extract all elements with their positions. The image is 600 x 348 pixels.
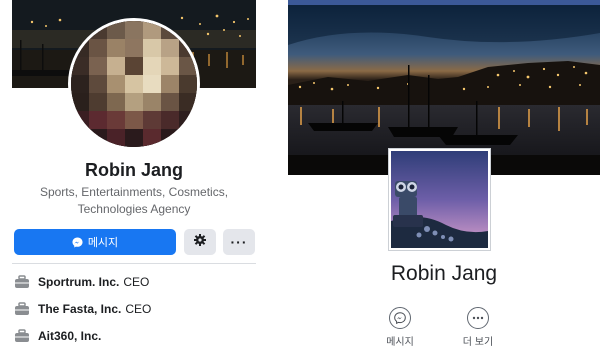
work-company[interactable]: The Fasta, Inc. <box>38 302 121 316</box>
profile-photo-image <box>391 151 488 248</box>
work-role: CEO <box>125 301 152 316</box>
messenger-icon <box>389 307 411 329</box>
more-icon: ··· <box>230 234 248 250</box>
gear-icon <box>194 233 206 251</box>
right-profile-panel: Robin Jang 메시지 더 보기 <box>288 0 600 348</box>
profile-name: Robin Jang <box>85 160 183 180</box>
work-company[interactable]: Ait360, Inc. <box>38 329 101 343</box>
profile-name: Robin Jang <box>390 262 498 285</box>
message-action[interactable]: 메시지 <box>370 307 430 348</box>
work-company[interactable]: Sportrum. Inc. <box>38 275 119 289</box>
left-profile-panel: Robin Jang Sports, Entertainments, Cosme… <box>0 0 268 346</box>
briefcase-icon <box>14 274 30 289</box>
more-action[interactable]: 더 보기 <box>448 307 508 348</box>
work-role: CEO <box>123 274 150 289</box>
messenger-icon <box>72 236 83 248</box>
message-button-label: 메시지 <box>87 237 119 249</box>
work-item: The Fasta, Inc. CEO <box>14 295 264 322</box>
work-list: Sportrum. Inc. CEO The Fasta, Inc. CEO A… <box>14 268 264 346</box>
profile-picture[interactable] <box>388 148 491 251</box>
briefcase-icon <box>14 328 30 343</box>
settings-button[interactable] <box>184 229 216 255</box>
message-button[interactable]: 메시지 <box>14 229 176 255</box>
profile-picture[interactable] <box>68 18 200 150</box>
divider <box>12 263 256 264</box>
work-item: Ait360, Inc. <box>14 322 264 346</box>
briefcase-icon <box>14 301 30 316</box>
profile-bio: Sports, Entertainments, Cosmetics, Techn… <box>39 185 229 216</box>
more-icon <box>467 307 489 329</box>
work-item: Sportrum. Inc. CEO <box>14 268 264 295</box>
pixelated-photo <box>71 21 197 147</box>
more-options-button[interactable]: ··· <box>223 229 255 255</box>
